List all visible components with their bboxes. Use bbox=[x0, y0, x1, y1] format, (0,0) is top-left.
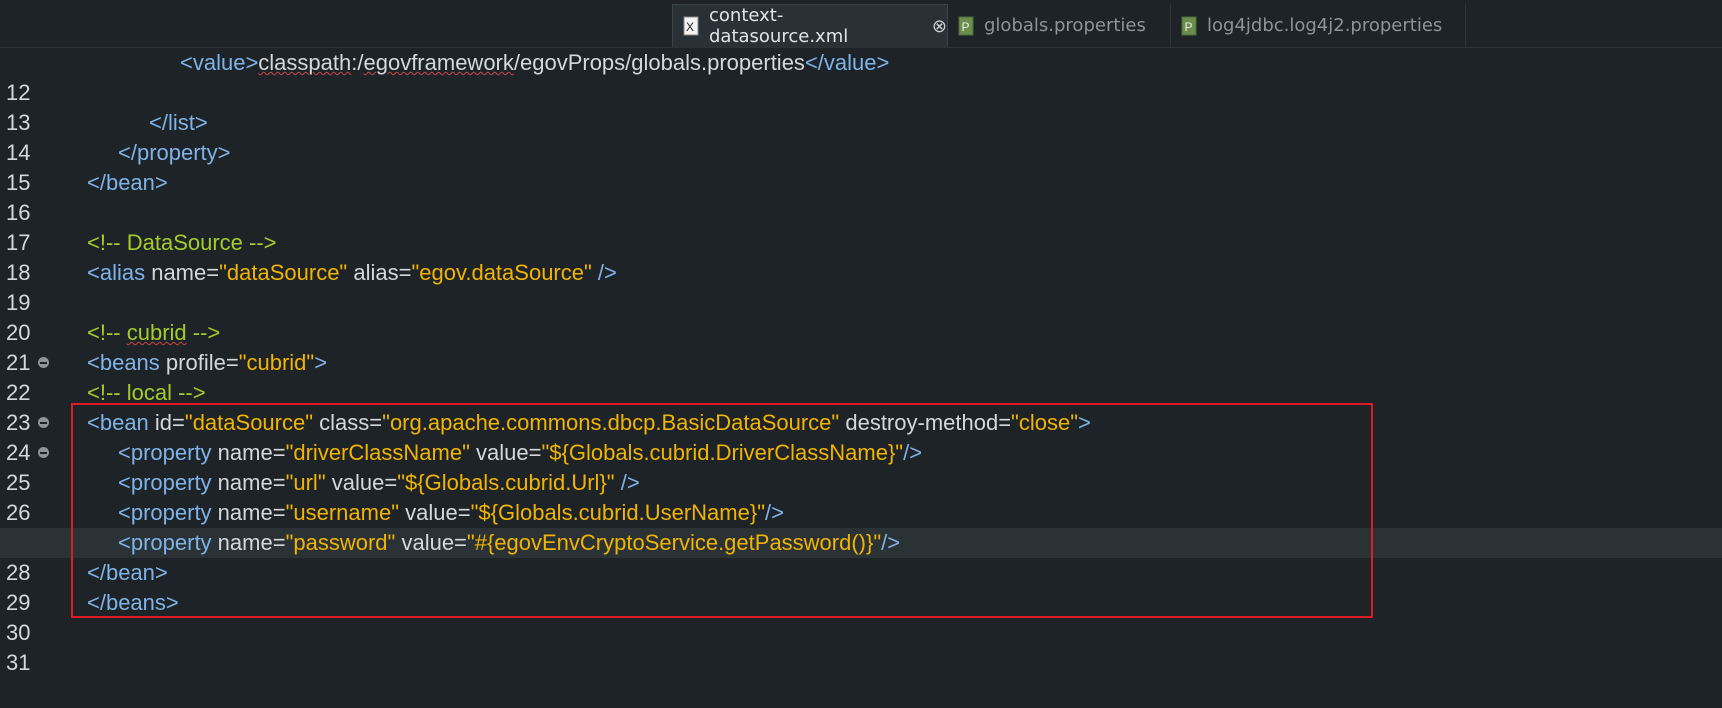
svg-text:P: P bbox=[1185, 20, 1193, 34]
code-text: </bean> bbox=[87, 170, 168, 195]
code-line: 18 <!-- DataSource --> bbox=[0, 228, 1722, 285]
code-line: 24 <bean id="dataSource" class="org.apac… bbox=[0, 408, 1722, 465]
close-icon[interactable]: ⊗ bbox=[932, 16, 947, 37]
code-text: <property name="url" value="${Globals.cu… bbox=[118, 470, 640, 495]
code-line: 19 <alias name="dataSource" alias="egov.… bbox=[0, 258, 1722, 315]
code-line: 14 </list> bbox=[0, 108, 1722, 165]
code-text: </list> bbox=[149, 110, 208, 135]
code-line: 20 bbox=[0, 288, 1722, 345]
code-text: <alias name="dataSource" alias="egov.dat… bbox=[87, 260, 617, 285]
svg-text:P: P bbox=[962, 20, 970, 34]
tab-label: context-datasource.xml bbox=[709, 5, 849, 47]
tab-context-datasource-xml[interactable]: X context-datasource.xml ⊗ bbox=[672, 4, 948, 47]
code-text: </beans> bbox=[87, 590, 179, 615]
tab-log4jdbc-log4j2-properties[interactable]: P log4jdbc.log4j2.properties bbox=[1171, 4, 1466, 47]
code-line: 22 <beans profile="cubrid"> bbox=[0, 348, 1722, 405]
code-text: <beans profile="cubrid"> bbox=[87, 350, 328, 375]
code-line: 31 bbox=[0, 618, 1722, 675]
code-line: 23 <!-- local --> bbox=[0, 378, 1722, 435]
code-text: <!-- DataSource --> bbox=[87, 230, 277, 255]
fold-collapse-icon[interactable] bbox=[38, 447, 49, 458]
properties-file-icon: P bbox=[1181, 16, 1197, 36]
code-line: 27 <property name="username" value="${Gl… bbox=[0, 498, 1722, 555]
code-line: 15 </property> bbox=[0, 138, 1722, 195]
code-text: <!-- local --> bbox=[87, 380, 206, 405]
code-line: 13 bbox=[0, 78, 1722, 135]
code-line-current: 28 <property name="password" value="#{eg… bbox=[0, 528, 1722, 585]
xml-file-icon: X bbox=[683, 16, 699, 36]
properties-file-icon: P bbox=[958, 16, 974, 36]
code-text: <property name="password" value="#{egovE… bbox=[118, 530, 901, 555]
code-text: <value>classpath:/egovframework/egovProp… bbox=[180, 50, 890, 75]
code-line: 12 <value>classpath:/egovframework/egovP… bbox=[0, 48, 1722, 105]
tab-globals-properties[interactable]: P globals.properties bbox=[948, 4, 1171, 47]
fold-collapse-icon[interactable] bbox=[38, 357, 49, 368]
code-line: 29 </bean> bbox=[0, 558, 1722, 615]
code-line: 30 </beans> bbox=[0, 588, 1722, 645]
code-line: 17 bbox=[0, 198, 1722, 255]
fold-collapse-icon[interactable] bbox=[38, 417, 49, 428]
code-line: 21 <!-- cubrid --> bbox=[0, 318, 1722, 375]
tab-label: globals.properties bbox=[984, 15, 1146, 36]
line-number: 31 bbox=[6, 650, 31, 675]
code-editor[interactable]: 12 <value>classpath:/egovframework/egovP… bbox=[0, 48, 1722, 675]
code-line: 25 <property name="driverClassName" valu… bbox=[0, 438, 1722, 495]
code-text: <bean id="dataSource" class="org.apache.… bbox=[87, 410, 1091, 435]
code-text: <property name="driverClassName" value="… bbox=[118, 440, 923, 465]
code-text: <!-- cubrid --> bbox=[87, 320, 221, 345]
code-line: 26 <property name="url" value="${Globals… bbox=[0, 468, 1722, 525]
tab-label: log4jdbc.log4j2.properties bbox=[1207, 15, 1443, 36]
editor-tab-bar: X context-datasource.xml ⊗ P globals.pro… bbox=[0, 0, 1722, 48]
code-text: </bean> bbox=[87, 560, 168, 585]
code-line: 16 </bean> bbox=[0, 168, 1722, 225]
code-text: <property name="username" value="${Globa… bbox=[118, 500, 784, 525]
svg-text:X: X bbox=[686, 20, 694, 34]
code-text: </property> bbox=[118, 140, 231, 165]
